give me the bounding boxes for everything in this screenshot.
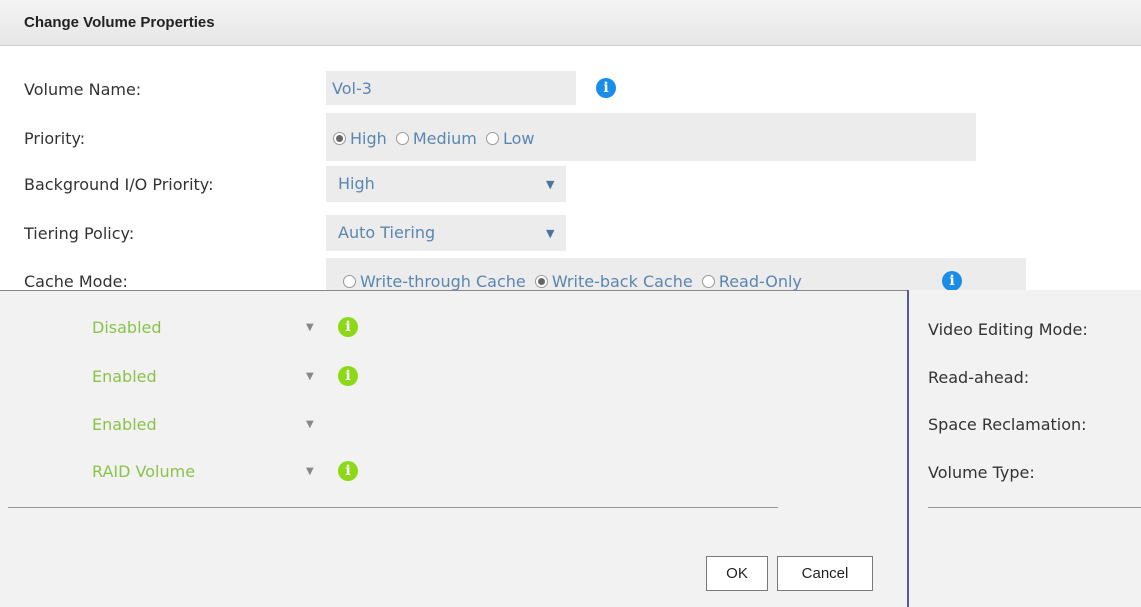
priority-radio-group: High Medium Low (333, 129, 538, 148)
chevron-down-icon[interactable]: ▼ (306, 419, 314, 430)
overlay-vertical-divider (907, 290, 909, 607)
footer-divider (8, 507, 778, 508)
info-icon[interactable]: i (942, 271, 962, 291)
priority-option-medium[interactable]: Medium (413, 129, 477, 148)
volume-type-value[interactable]: RAID Volume (92, 462, 195, 481)
cache-mode-label: Cache Mode: (24, 272, 128, 291)
volume-name-value: Vol-3 (332, 79, 372, 98)
cache-option-write-back[interactable]: Write-back Cache (552, 272, 693, 291)
ok-button[interactable]: OK (706, 556, 768, 591)
priority-radio-low[interactable] (485, 132, 499, 145)
space-reclamation-value[interactable]: Enabled (92, 415, 157, 434)
background-io-label: Background I/O Priority: (24, 175, 214, 194)
chevron-down-icon: ▼ (546, 178, 555, 191)
read-ahead-value[interactable]: Enabled (92, 367, 157, 386)
volume-type-label: Volume Type: (928, 463, 1035, 482)
volume-name-label: Volume Name: (24, 80, 142, 99)
cache-option-read-only[interactable]: Read-Only (719, 272, 802, 291)
chevron-down-icon[interactable]: ▼ (306, 371, 314, 382)
chevron-down-icon[interactable]: ▼ (306, 322, 314, 333)
read-ahead-label: Read-ahead: (928, 368, 1030, 387)
chevron-down-icon: ▼ (546, 227, 555, 240)
priority-option-high[interactable]: High (350, 129, 387, 148)
dialog-title: Change Volume Properties (24, 14, 215, 31)
video-editing-mode-label: Video Editing Mode: (928, 320, 1088, 339)
cache-radio-read-only[interactable] (701, 275, 715, 288)
cache-radio-write-back[interactable] (534, 275, 548, 288)
priority-radio-medium[interactable] (395, 132, 409, 145)
priority-label: Priority: (24, 129, 86, 148)
priority-option-low[interactable]: Low (503, 129, 535, 148)
cache-radio-write-through[interactable] (343, 275, 356, 288)
tiering-policy-label: Tiering Policy: (24, 224, 135, 243)
background-io-select[interactable]: High ▼ (326, 166, 566, 202)
overlay-divider (0, 290, 907, 291)
priority-radio-high[interactable] (333, 132, 346, 145)
volume-name-input[interactable]: Vol-3 (326, 71, 576, 105)
chevron-down-icon[interactable]: ▼ (306, 466, 314, 477)
cache-option-write-through[interactable]: Write-through Cache (360, 272, 526, 291)
cancel-button[interactable]: Cancel (777, 556, 873, 591)
space-reclamation-label: Space Reclamation: (928, 415, 1087, 434)
info-icon[interactable]: i (338, 366, 358, 386)
info-icon[interactable]: i (596, 78, 616, 98)
tiering-policy-select[interactable]: Auto Tiering ▼ (326, 215, 566, 251)
tiering-policy-value: Auto Tiering (338, 223, 436, 242)
dialog-titlebar: Change Volume Properties (0, 0, 1141, 46)
video-editing-mode-value[interactable]: Disabled (92, 318, 162, 337)
info-icon[interactable]: i (338, 317, 358, 337)
footer-divider-right (928, 507, 1141, 508)
cache-mode-radio-group: Write-through Cache Write-back Cache Rea… (343, 272, 806, 291)
background-io-value: High (338, 174, 375, 193)
info-icon[interactable]: i (338, 461, 358, 481)
